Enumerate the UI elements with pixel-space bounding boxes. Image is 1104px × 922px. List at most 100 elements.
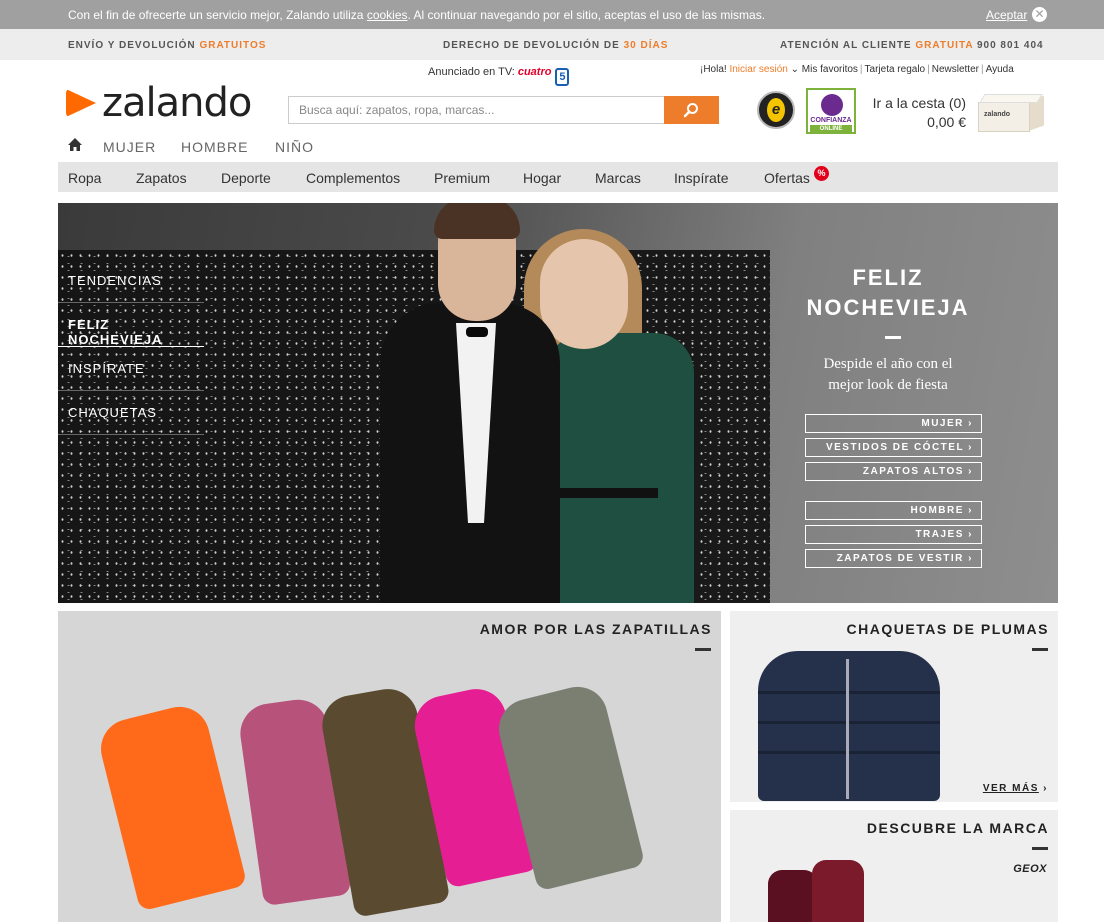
- category-marcas[interactable]: Marcas: [595, 170, 641, 186]
- sneakers-title: AMOR POR LAS ZAPATILLAS: [479, 621, 712, 637]
- hero-side-menu: TENDENCIAS FELIZ NOCHEVIEJA INSPÍRATE CH…: [58, 259, 204, 435]
- cookie-text-2: . Al continuar navegando por el sitio, a…: [407, 8, 766, 22]
- cart-box-icon[interactable]: zalando: [978, 94, 1044, 132]
- hero-button-mujer[interactable]: MUJER ›: [805, 414, 982, 433]
- accept-cookies-link[interactable]: Aceptar: [986, 8, 1027, 22]
- see-more-label: VER MÁS: [982, 783, 1039, 794]
- hero-title-line-2: NOCHEVIEJA: [806, 295, 970, 320]
- category-nav: Ropa Zapatos Deporte Complementos Premiu…: [58, 162, 1058, 192]
- search-button[interactable]: [664, 96, 719, 124]
- hero-button-hombre[interactable]: HOMBRE ›: [805, 501, 982, 520]
- category-premium[interactable]: Premium: [434, 170, 490, 186]
- newsletter-link[interactable]: Newsletter: [932, 64, 979, 75]
- hero-menu-tendencias[interactable]: TENDENCIAS: [58, 259, 204, 303]
- category-ropa[interactable]: Ropa: [68, 170, 101, 186]
- search-input[interactable]: [288, 96, 665, 124]
- orange-sneaker-image: [94, 700, 248, 912]
- shipping-highlight: GRATUITOS: [199, 40, 267, 51]
- hero-button-vestidos-coctel[interactable]: VESTIDOS DE CÓCTEL ›: [805, 438, 982, 457]
- category-zapatos[interactable]: Zapatos: [136, 170, 187, 186]
- returns-text: DERECHO DE DEVOLUCIÓN DE: [443, 40, 620, 51]
- boot-image: [812, 860, 864, 922]
- home-icon[interactable]: [68, 138, 82, 152]
- category-ofertas[interactable]: Ofertas: [764, 170, 810, 186]
- category-hogar[interactable]: Hogar: [523, 170, 561, 186]
- model-woman-face: [540, 239, 628, 349]
- hero-menu-chaquetas[interactable]: CHAQUETAS: [58, 391, 204, 435]
- cart-box-top: [979, 94, 1043, 103]
- hero-subtitle-line-1: Despide el año con el: [823, 356, 953, 372]
- logo-wordmark: zalando: [102, 80, 252, 126]
- down-jacket-image: [758, 651, 940, 801]
- hero-banner[interactable]: TENDENCIAS FELIZ NOCHEVIEJA INSPÍRATE CH…: [58, 203, 1058, 603]
- login-link[interactable]: Iniciar sesión: [729, 64, 787, 75]
- down-jackets-divider: [1032, 648, 1048, 651]
- tv-ad-notice: Anunciado en TV: cuatro 5: [428, 66, 570, 86]
- trusted-shops-badge[interactable]: e: [757, 91, 795, 129]
- help-link[interactable]: Ayuda: [986, 64, 1014, 75]
- returns-highlight: 30 DÍAS: [623, 40, 669, 51]
- support-text: ATENCIÓN AL CLIENTE: [780, 40, 912, 51]
- separator: |: [927, 64, 930, 75]
- cart-total: 0,00 €: [927, 114, 966, 130]
- service-bar: ENVÍO Y DEVOLUCIÓN GRATUITOS DERECHO DE …: [0, 29, 1104, 60]
- jacket-quilt-line: [758, 691, 940, 694]
- nav-men[interactable]: HOMBRE: [181, 139, 248, 155]
- hero-menu-feliz-nochevieja[interactable]: FELIZ NOCHEVIEJA: [58, 303, 204, 347]
- account-links: ¡Hola! Iniciar sesión ⌄ Mis favoritos | Ta…: [700, 64, 1014, 75]
- close-icon[interactable]: ✕: [1032, 7, 1047, 22]
- cookie-message: Con el fin de ofrecerte un servicio mejo…: [68, 8, 765, 22]
- greeting: ¡Hola!: [700, 64, 727, 75]
- cart-box-label: zalando: [984, 111, 1011, 118]
- free-shipping-info: ENVÍO Y DEVOLUCIÓN GRATUITOS: [68, 40, 266, 51]
- chevron-right-icon: ›: [1043, 783, 1048, 794]
- discover-brand-title: DESCUBRE LA MARCA: [866, 820, 1049, 836]
- chevron-down-icon[interactable]: ⌄: [791, 64, 799, 75]
- favorites-link[interactable]: Mis favoritos: [802, 64, 858, 75]
- separator: |: [980, 64, 984, 75]
- cuatro-logo: cuatro: [517, 66, 552, 78]
- sneakers-promo-tile[interactable]: AMOR POR LAS ZAPATILLAS: [58, 611, 721, 922]
- nav-women[interactable]: MUJER: [103, 139, 156, 155]
- logo-mark-icon: [66, 89, 96, 117]
- sale-badge: %: [814, 166, 829, 181]
- telecinco-logo: 5: [555, 68, 570, 86]
- hero-button-zapatos-altos[interactable]: ZAPATOS ALTOS ›: [805, 462, 982, 481]
- search-bar: [288, 96, 719, 124]
- jacket-zipper: [846, 659, 849, 799]
- hero-subtitle-line-2: mejor look de fiesta: [828, 377, 948, 393]
- boot-image: [768, 870, 818, 922]
- search-icon: [683, 103, 698, 118]
- confianza-online-icon: [821, 94, 843, 116]
- hero-menu-inspirate[interactable]: INSPÍRATE: [58, 347, 204, 391]
- hero-subtitle: Despide el año con el mejor look de fies…: [798, 354, 978, 396]
- cookie-banner: Con el fin de ofrecerte un servicio mejo…: [0, 0, 1104, 29]
- hero-button-trajes[interactable]: TRAJES ›: [805, 525, 982, 544]
- hero-title: FELIZ NOCHEVIEJA: [798, 263, 978, 323]
- discover-brand-tile[interactable]: DESCUBRE LA MARCA GEOX: [730, 810, 1058, 922]
- zalando-logo[interactable]: zalando: [66, 80, 266, 126]
- cookies-link[interactable]: cookies: [367, 8, 408, 22]
- category-inspirate[interactable]: Inspírate: [674, 170, 728, 186]
- model-man-bowtie: [466, 327, 488, 337]
- customer-service-info: ATENCIÓN AL CLIENTE GRATUITA 900 801 404: [780, 40, 1044, 51]
- category-complementos[interactable]: Complementos: [306, 170, 400, 186]
- cart-label: Ir a la cesta (0): [872, 95, 966, 111]
- hero-title-line-1: FELIZ: [852, 265, 924, 290]
- online-text: ONLINE: [810, 125, 852, 133]
- cart-link[interactable]: Ir a la cesta (0) 0,00 €: [871, 94, 966, 132]
- cookie-text-1: Con el fin de ofrecerte un servicio mejo…: [68, 8, 367, 22]
- confianza-online-badge[interactable]: CONFIANZA ONLINE: [806, 88, 856, 134]
- jacket-quilt-line: [758, 751, 940, 754]
- category-deporte[interactable]: Deporte: [221, 170, 271, 186]
- separator: |: [859, 64, 863, 75]
- geox-logo: GEOX: [1013, 863, 1047, 875]
- model-woman-belt: [553, 488, 658, 498]
- nav-kids[interactable]: NIÑO: [275, 139, 314, 155]
- hero-button-zapatos-vestir[interactable]: ZAPATOS DE VESTIR ›: [805, 549, 982, 568]
- sneakers-divider: [695, 648, 711, 651]
- gift-card-link[interactable]: Tarjeta regalo: [865, 64, 926, 75]
- trusted-shops-icon: e: [767, 98, 785, 122]
- down-jackets-tile[interactable]: CHAQUETAS DE PLUMAS VER MÁS ›: [730, 611, 1058, 802]
- see-more-link[interactable]: VER MÁS ›: [983, 783, 1048, 794]
